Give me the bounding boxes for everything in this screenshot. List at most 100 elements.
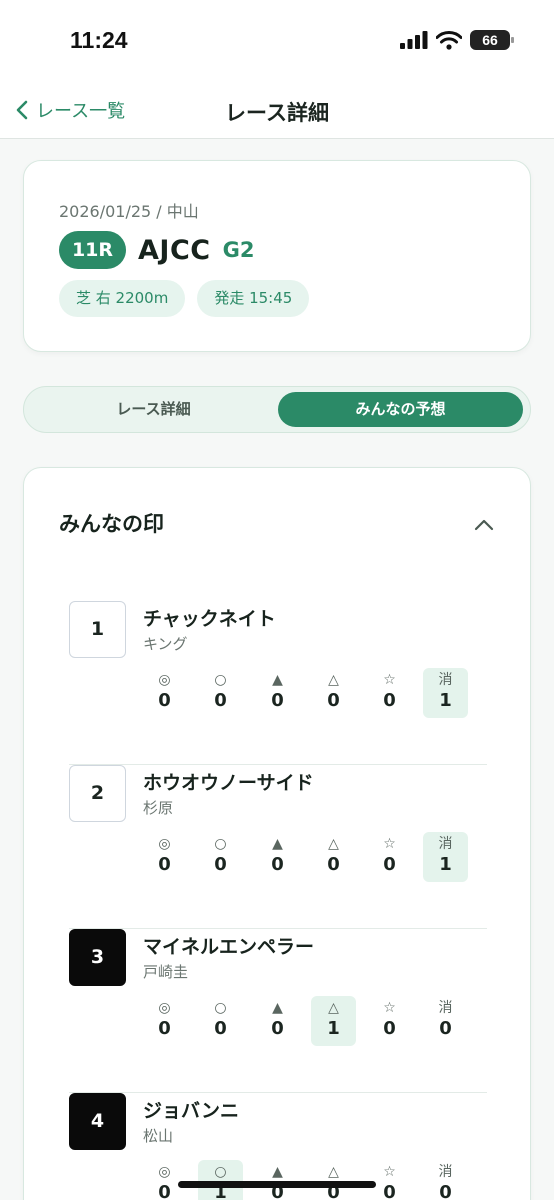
mark-symbol: 消 [438, 1164, 453, 1180]
mark-cell: ◎ 0 [142, 996, 187, 1046]
horse-number-box: 1 [69, 601, 126, 658]
mark-symbol: ◎ [158, 1000, 171, 1016]
jockey-name: 戸崎圭 [143, 963, 189, 981]
mark-symbol: ☆ [383, 1164, 396, 1180]
mark-cell: △ 0 [311, 668, 356, 718]
segmented-control: レース詳細 みんなの予想 [23, 386, 531, 433]
mark-symbol: 消 [438, 1000, 453, 1016]
chevron-up-icon [474, 519, 494, 531]
section-title: みんなの印 [59, 512, 164, 536]
mark-symbol: ▲ [272, 1000, 283, 1016]
mark-count: 0 [383, 854, 396, 875]
mark-cell: 消1 [423, 668, 468, 718]
mark-symbol: ☆ [383, 672, 396, 688]
mark-count: 0 [327, 690, 340, 711]
mark-symbol: ▲ [272, 1164, 283, 1180]
mark-count: 0 [158, 1018, 171, 1039]
start-time-chip: 発走 15:45 [197, 280, 310, 317]
mark-cell: ☆ 0 [367, 1160, 412, 1200]
mark-cell: ▲ 0 [255, 996, 300, 1046]
horse-name: ジョバンニ [143, 1100, 239, 1122]
race-grade: G2 [222, 238, 255, 262]
mark-cell: ◎ 0 [142, 668, 187, 718]
horse-number-box: 4 [69, 1093, 126, 1150]
mark-cell: 消0 [423, 1160, 468, 1200]
race-name: AJCC [138, 234, 211, 266]
mark-count: 0 [214, 1018, 227, 1039]
mark-symbol: ○ [214, 672, 227, 688]
mark-symbol: ☆ [383, 836, 396, 852]
mark-count: 0 [271, 854, 284, 875]
mark-counts: ◎ 0 ○ 0 ▲ 0 △ 0 ☆ 0 消 1 [153, 668, 487, 718]
mark-counts: ◎ 0 ○ 1 ▲ 0 △ 0 ☆ 0 消 0 [153, 1160, 487, 1200]
mark-counts: ◎ 0 ○ 0 ▲ 0 △ 0 ☆ 0 消 1 [153, 832, 487, 882]
mark-count: 0 [383, 1018, 396, 1039]
mark-symbol: 消 [438, 836, 453, 852]
mark-cell: ▲ 0 [255, 1160, 300, 1200]
mark-cell: ◎ 0 [142, 832, 187, 882]
collapse-button[interactable] [474, 516, 494, 535]
jockey-name: 杉原 [143, 799, 174, 817]
race-header: 11R AJCC G2 [59, 231, 254, 269]
mark-count: 0 [271, 1018, 284, 1039]
mark-cell: ▲ 0 [255, 832, 300, 882]
mark-symbol: ◎ [158, 672, 171, 688]
home-indicator [178, 1181, 376, 1188]
horse-name: マイネルエンペラー [143, 936, 315, 958]
mark-cell: △ 0 [311, 1160, 356, 1200]
mark-count: 0 [158, 854, 171, 875]
navigation-bar: レース一覧 レース詳細 [0, 80, 554, 139]
horse-row: 1 チャックネイト キング ◎ 0 ○ 0 ▲ 0 △ 0 ☆ 0 消 1 [69, 601, 487, 765]
mark-cell: ◎ 0 [142, 1160, 187, 1200]
mark-count: 0 [271, 690, 284, 711]
mark-cell: ○ 0 [198, 832, 243, 882]
mark-symbol: 消 [438, 672, 453, 688]
horse-name: ホウオウノーサイド [143, 772, 314, 794]
race-info-card: 2026/01/25 / 中山 11R AJCC G2 芝 右 2200m 発走… [23, 160, 531, 352]
mark-cell: △ 1 [311, 996, 356, 1046]
mark-symbol: △ [328, 1164, 339, 1180]
page-title: レース詳細 [225, 101, 329, 125]
mark-symbol: ☆ [383, 1000, 396, 1016]
horse-number-box: 3 [69, 929, 126, 986]
mark-symbol: ○ [214, 1000, 227, 1016]
mark-symbol: ◎ [158, 1164, 171, 1180]
battery-icon: 66 [470, 30, 514, 50]
mark-count: 1 [327, 1018, 340, 1039]
mark-count: 0 [158, 690, 171, 711]
wifi-icon [436, 30, 462, 50]
jockey-name: キング [143, 635, 188, 653]
mark-cell: ☆ 0 [367, 668, 412, 718]
horse-number-box: 2 [69, 765, 126, 822]
race-date-venue: 2026/01/25 / 中山 [59, 202, 199, 221]
system-icons: 66 [400, 30, 514, 50]
mark-cell: ☆ 0 [367, 832, 412, 882]
jockey-name: 松山 [143, 1127, 174, 1145]
mark-count: 0 [327, 854, 340, 875]
tab-race-details[interactable]: レース詳細 [31, 392, 276, 427]
mark-count: 0 [439, 1018, 452, 1039]
mark-symbol: △ [328, 836, 339, 852]
mark-cell: ☆ 0 [367, 996, 412, 1046]
signal-icon [400, 31, 428, 49]
mark-cell: 消1 [423, 832, 468, 882]
mark-cell: ▲ 0 [255, 668, 300, 718]
mark-counts: ◎ 0 ○ 0 ▲ 0 △ 1 ☆ 0 消 0 [153, 996, 487, 1046]
horse-name: チャックネイト [143, 608, 276, 630]
race-number-badge: 11R [59, 231, 126, 269]
tab-everyone-predictions[interactable]: みんなの予想 [278, 392, 523, 427]
mark-cell: ○ 1 [198, 1160, 243, 1200]
mark-symbol: △ [328, 1000, 339, 1016]
mark-symbol: ○ [214, 836, 227, 852]
horse-row: 2 ホウオウノーサイド 杉原 ◎ 0 ○ 0 ▲ 0 △ 0 ☆ 0 消 1 [69, 765, 487, 929]
race-chips: 芝 右 2200m 発走 15:45 [59, 280, 310, 317]
marks-card: みんなの印 1 チャックネイト キング ◎ 0 ○ 0 ▲ 0 △ 0 ☆ 0 消 1 2 ホウオウノーサイド杉… [23, 467, 531, 1200]
mark-cell: 消0 [423, 996, 468, 1046]
mark-symbol: ○ [214, 1164, 227, 1180]
course-chip: 芝 右 2200m [59, 280, 186, 317]
mark-count: 0 [383, 690, 396, 711]
horse-row: 3 マイネルエンペラー 戸崎圭 ◎ 0 ○ 0 ▲ 0 △ 1 ☆ 0 消 0 [69, 929, 487, 1093]
mark-count: 0 [439, 1182, 452, 1200]
mark-cell: ○ 0 [198, 668, 243, 718]
mark-cell: △ 0 [311, 832, 356, 882]
